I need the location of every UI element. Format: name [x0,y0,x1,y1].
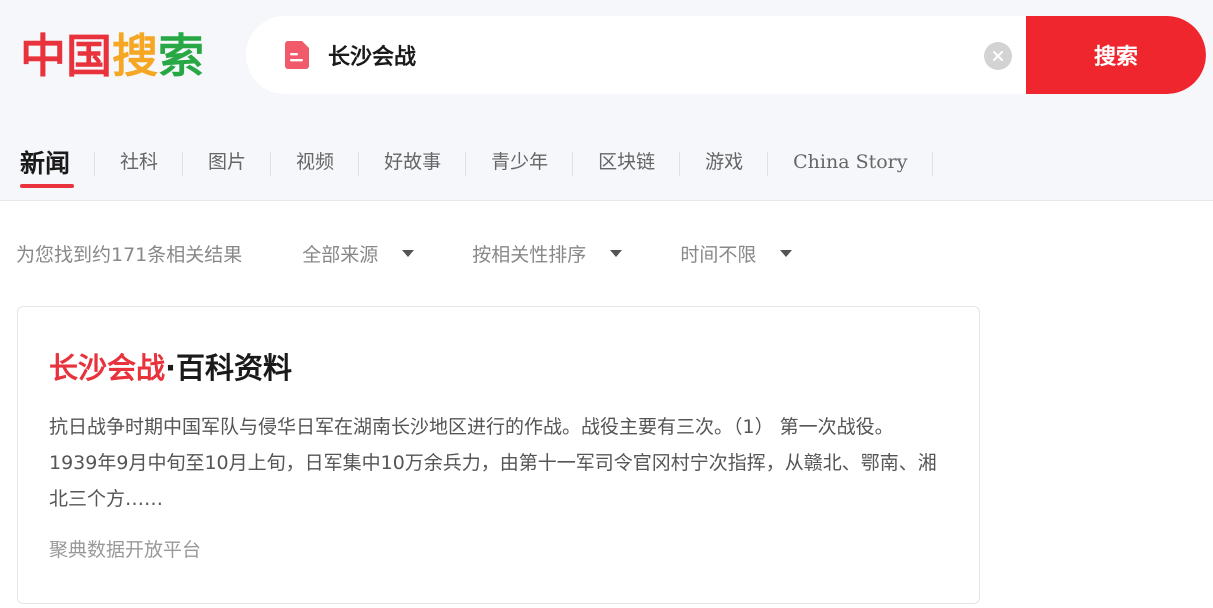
logo-char-3: 搜 [112,29,158,83]
source-filter-dropdown[interactable]: 全部来源 [302,240,415,267]
result-count: 为您找到约171条相关结果 [16,243,243,266]
logo-char-1: 中 [20,29,66,83]
result-source: 聚典数据开放平台 [49,539,202,561]
result-title-rest: ·百科资料 [165,351,293,385]
sort-label: 按相关性排序 [472,243,587,266]
result-card: 长沙会战·百科资料 抗日战争时期中国军队与侵华日军在湖南长沙地区进行的作战。战役… [17,306,980,604]
time-filter-label: 时间不限 [680,243,757,266]
header: 中国搜索 搜索 新闻 社科 图片 视频 好故事 青少年 区块链 游戏 China… [0,0,1213,201]
tab-videos[interactable]: 视频 [271,140,360,188]
time-filter-dropdown[interactable]: 时间不限 [680,240,793,267]
search-button[interactable]: 搜索 [1026,16,1206,94]
tab-china-story[interactable]: China Story [768,140,933,188]
tab-blockchain[interactable]: 区块链 [573,140,681,188]
search-input[interactable] [328,34,968,76]
logo-char-4: 索 [158,29,204,83]
caret-down-icon [780,249,793,257]
result-title-link[interactable]: 长沙会战·百科资料 [49,345,292,387]
source-filter-label: 全部来源 [302,243,379,266]
tab-label: 新闻 [20,149,71,178]
tab-youth[interactable]: 青少年 [466,140,574,188]
document-icon [285,41,309,69]
tab-news[interactable]: 新闻 [0,140,96,188]
sort-dropdown[interactable]: 按相关性排序 [472,240,623,267]
clear-search-button[interactable] [984,42,1012,70]
category-tabs: 新闻 社科 图片 视频 好故事 青少年 区块链 游戏 China Story [0,140,933,188]
result-snippet: 抗日战争时期中国军队与侵华日军在湖南长沙地区进行的作战。战役主要有三次。（1） … [49,416,937,510]
tab-games[interactable]: 游戏 [680,140,769,188]
logo-char-2: 国 [66,29,112,83]
caret-down-icon [402,249,415,257]
tab-images[interactable]: 图片 [183,140,272,188]
close-circle-icon [993,51,1003,61]
result-title-highlight: 长沙会战 [49,351,166,385]
site-logo[interactable]: 中国搜索 [20,28,204,84]
active-tab-indicator [20,184,74,188]
tab-social-science[interactable]: 社科 [95,140,184,188]
search-box: 搜索 [246,16,1206,94]
filter-bar: 为您找到约171条相关结果 全部来源 按相关性排序 时间不限 [16,236,850,270]
tab-good-stories[interactable]: 好故事 [359,140,467,188]
caret-down-icon [610,249,623,257]
